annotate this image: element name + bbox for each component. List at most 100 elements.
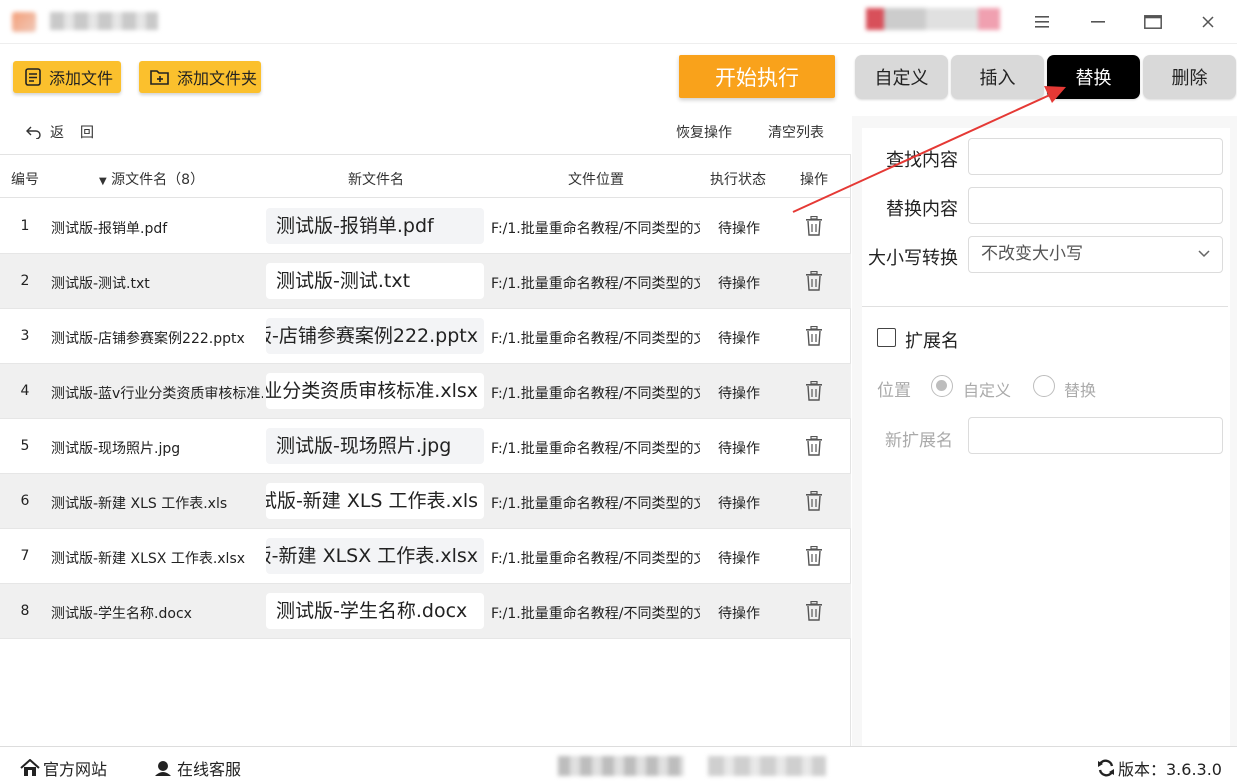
row-new-name[interactable]: 测试版-蓝v行业分类资质审核标准.xlsx — [266, 373, 484, 409]
refresh-icon — [1098, 759, 1114, 777]
clear-list-button[interactable]: 清空列表 — [768, 122, 824, 142]
replace-input[interactable] — [968, 187, 1223, 224]
new-ext-input[interactable] — [968, 417, 1223, 454]
row-location: F:/1.批量重命名教程/不同类型的文件 — [491, 276, 700, 292]
find-input[interactable] — [968, 138, 1223, 175]
row-src-name: 测试版-蓝v行业分类资质审核标准.xlsx — [51, 386, 263, 402]
row-status: 待操作 — [718, 496, 760, 512]
add-folder-button[interactable]: 添加文件夹 — [139, 61, 261, 93]
table-row[interactable]: 5 测试版-现场照片.jpg 测试版-现场照片.jpg F:/1.批量重命名教程… — [0, 419, 851, 474]
hamburger-icon[interactable] — [1030, 10, 1054, 34]
table-row[interactable]: 1 测试版-报销单.pdf 测试版-报销单.pdf F:/1.批量重命名教程/不… — [0, 199, 851, 254]
file-table: 编号 ▼ 源文件名（8） 新文件名 文件位置 执行状态 操作 1 测试版-报销单… — [0, 154, 851, 746]
extension-label: 扩展名 — [905, 331, 959, 352]
row-new-name-text: 测试版-测试.txt — [276, 270, 411, 292]
table-row[interactable]: 3 测试版-店铺参赛案例222.pptx 测试版-店铺参赛案例222.pptx … — [0, 309, 851, 364]
row-src-name: 测试版-现场照片.jpg — [51, 441, 181, 457]
row-status: 待操作 — [718, 606, 760, 622]
sort-down-icon: ▼ — [99, 176, 107, 187]
row-new-name-text: 测试版-新建 XLSX 工作表.xlsx — [266, 545, 478, 567]
radio-replace[interactable] — [1033, 375, 1055, 397]
trash-icon[interactable] — [805, 216, 823, 236]
header-status: 执行状态 — [710, 172, 766, 188]
home-icon — [20, 759, 40, 776]
trash-icon[interactable] — [805, 546, 823, 566]
row-new-name-text: 测试版-店铺参赛案例222.pptx — [266, 325, 478, 347]
blurred-text — [558, 756, 684, 776]
radio-replace-label: 替换 — [1064, 381, 1097, 400]
header-op: 操作 — [800, 172, 828, 188]
add-folder-label: 添加文件夹 — [177, 69, 258, 88]
trash-icon[interactable] — [805, 491, 823, 511]
add-file-button[interactable]: 添加文件 — [13, 61, 121, 93]
row-location: F:/1.批量重命名教程/不同类型的文件 — [491, 441, 700, 457]
row-status: 待操作 — [718, 386, 760, 402]
restore-button[interactable]: 恢复操作 — [676, 122, 732, 142]
support-link[interactable]: 在线客服 — [153, 756, 241, 780]
header-loc: 文件位置 — [568, 172, 624, 188]
user-info-blurred[interactable] — [866, 8, 1000, 30]
table-row[interactable]: 8 测试版-学生名称.docx 测试版-学生名称.docx F:/1.批量重命名… — [0, 584, 851, 639]
row-new-name-text: 测试版-学生名称.docx — [276, 600, 468, 622]
trash-icon[interactable] — [805, 381, 823, 401]
tab-replace[interactable]: 替换 — [1047, 55, 1140, 99]
add-file-label: 添加文件 — [49, 69, 114, 88]
maximize-icon[interactable] — [1141, 10, 1165, 34]
folder-add-icon — [150, 70, 169, 85]
row-src-name: 测试版-学生名称.docx — [51, 606, 192, 622]
row-num: 5 — [20, 438, 30, 454]
minimize-icon[interactable] — [1086, 10, 1110, 34]
row-new-name-text: 测试版-蓝v行业分类资质审核标准.xlsx — [266, 380, 478, 402]
find-label: 查找内容 — [886, 150, 958, 171]
trash-icon[interactable] — [805, 601, 823, 621]
row-location: F:/1.批量重命名教程/不同类型的文件 — [491, 331, 700, 347]
blurred-text — [708, 756, 826, 776]
trash-icon[interactable] — [805, 271, 823, 291]
trash-icon[interactable] — [805, 326, 823, 346]
position-label: 位置 — [877, 381, 911, 401]
close-icon[interactable] — [1196, 10, 1220, 34]
case-select-value: 不改变大小写 — [981, 244, 1083, 264]
row-new-name[interactable]: 测试版-新建 XLSX 工作表.xlsx — [266, 538, 484, 574]
back-button[interactable]: 返 回 — [26, 122, 94, 142]
chevron-down-icon — [1198, 250, 1210, 258]
row-location: F:/1.批量重命名教程/不同类型的文件 — [491, 606, 700, 622]
row-new-name[interactable]: 测试版-学生名称.docx — [266, 593, 484, 629]
row-num: 1 — [20, 218, 30, 234]
title-bar — [0, 0, 1237, 44]
row-new-name-text: 测试版-报销单.pdf — [276, 215, 434, 237]
row-new-name[interactable]: 测试版-报销单.pdf — [266, 208, 484, 244]
back-label: 返 — [50, 125, 64, 141]
headset-icon — [155, 761, 171, 776]
website-link[interactable]: 官方网站 — [20, 756, 107, 780]
support-label: 在线客服 — [177, 760, 242, 779]
website-label: 官方网站 — [43, 760, 108, 779]
tab-custom[interactable]: 自定义 — [855, 55, 948, 99]
table-row[interactable]: 2 测试版-测试.txt 测试版-测试.txt F:/1.批量重命名教程/不同类… — [0, 254, 851, 309]
row-new-name-text: 测试版-现场照片.jpg — [276, 435, 452, 457]
row-new-name[interactable]: 测试版-现场照片.jpg — [266, 428, 484, 464]
row-new-name[interactable]: 测试版-店铺参赛案例222.pptx — [266, 318, 484, 354]
table-header: 编号 ▼ 源文件名（8） 新文件名 文件位置 执行状态 操作 — [0, 154, 851, 198]
back-label-2: 回 — [80, 125, 94, 141]
trash-icon[interactable] — [805, 436, 823, 456]
row-src-name: 测试版-新建 XLSX 工作表.xlsx — [51, 551, 246, 567]
tab-insert[interactable]: 插入 — [951, 55, 1044, 99]
row-num: 3 — [20, 328, 30, 344]
header-src[interactable]: ▼ 源文件名（8） — [99, 169, 204, 189]
start-button[interactable]: 开始执行 — [679, 55, 835, 98]
extension-checkbox[interactable] — [877, 328, 896, 347]
radio-custom[interactable] — [931, 375, 953, 397]
row-num: 6 — [20, 493, 30, 509]
app-logo — [12, 12, 36, 32]
header-src-label: 源文件名（8） — [111, 172, 205, 188]
table-row[interactable]: 4 测试版-蓝v行业分类资质审核标准.xlsx 测试版-蓝v行业分类资质审核标准… — [0, 364, 851, 419]
row-new-name[interactable]: 测试版-新建 XLS 工作表.xls — [266, 483, 484, 519]
case-select[interactable]: 不改变大小写 — [968, 236, 1223, 273]
row-new-name[interactable]: 测试版-测试.txt — [266, 263, 484, 299]
table-row[interactable]: 6 测试版-新建 XLS 工作表.xls 测试版-新建 XLS 工作表.xls … — [0, 474, 851, 529]
row-new-name-text: 测试版-新建 XLS 工作表.xls — [266, 490, 478, 512]
table-row[interactable]: 7 测试版-新建 XLSX 工作表.xlsx 测试版-新建 XLSX 工作表.x… — [0, 529, 851, 584]
undo-arrow-icon — [26, 126, 41, 139]
tab-delete[interactable]: 删除 — [1143, 55, 1236, 99]
